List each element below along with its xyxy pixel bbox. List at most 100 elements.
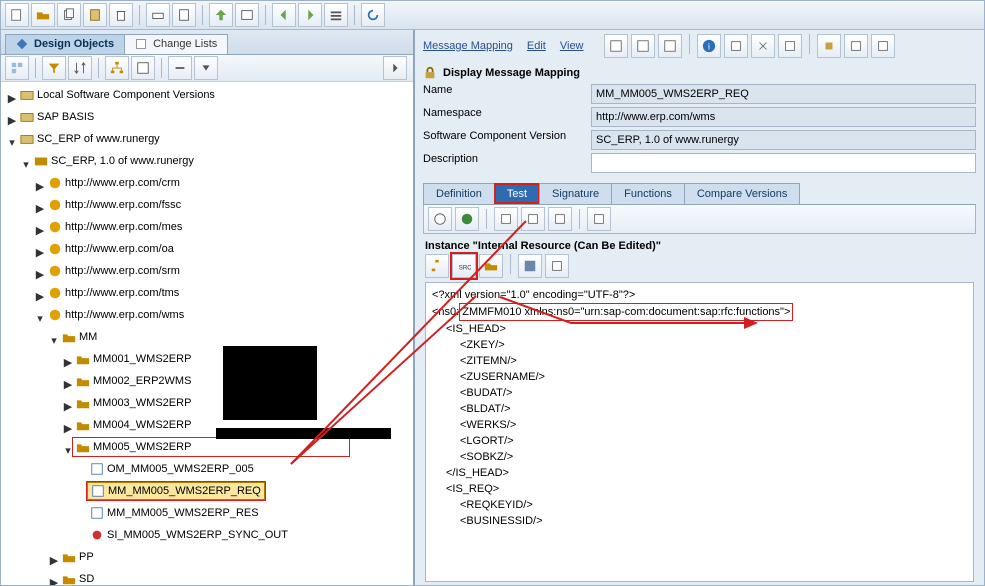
twisty-icon[interactable]: ▾ [7,134,17,152]
r-tb-5[interactable] [724,34,748,58]
xmltb-tree[interactable] [425,254,449,278]
tree-item-om[interactable]: OM_MM005_WMS2ERP_005 [87,460,257,478]
xmltb-del[interactable] [545,254,569,278]
twisty-icon[interactable]: ▾ [49,332,59,350]
twisty-icon[interactable]: ▾ [35,310,45,328]
tab-definition[interactable]: Definition [423,183,495,204]
tab-change-lists[interactable]: Change Lists [124,34,228,54]
r-tb-9[interactable] [844,34,868,58]
tree-folder-mm001[interactable]: MM001_WMS2ERP [73,350,194,368]
r-tb-3[interactable] [658,34,682,58]
tree-root-local[interactable]: Local Software Component Versions [17,86,218,104]
twisty-icon[interactable]: ▶ [63,376,73,394]
twisty-icon[interactable]: ▶ [7,112,17,130]
tree-item-mm-req[interactable]: MM_MM005_WMS2ERP_REQ [87,482,265,500]
tree-ns-fssc[interactable]: http://www.erp.com/fssc [45,196,184,214]
twisty-icon[interactable]: ▾ [21,156,31,174]
tb-btn-7[interactable] [172,3,196,27]
tree-folder-mm002[interactable]: MM002_ERP2WMS [73,372,194,390]
tree-item-si[interactable]: SI_MM005_WMS2ERP_SYNC_OUT [87,526,291,544]
refresh-button[interactable] [361,3,385,27]
r-tb-6[interactable] [751,34,775,58]
paste-button[interactable] [83,3,107,27]
xmltb-save[interactable] [518,254,542,278]
twisty-icon[interactable]: ▶ [35,288,45,306]
tree-root-sapbasis[interactable]: SAP BASIS [17,108,97,126]
r-tb-2[interactable] [631,34,655,58]
down-button[interactable] [194,56,218,80]
tab-compare[interactable]: Compare Versions [684,183,801,204]
copy-button[interactable] [57,3,81,27]
tree-folder-mm004[interactable]: MM004_WMS2ERP [73,416,194,434]
tb-btn-8[interactable] [209,3,233,27]
hierarchy-button[interactable] [105,56,129,80]
r-tb-7[interactable] [778,34,802,58]
tree-swcv[interactable]: SC_ERP, 1.0 of www.runergy [31,152,197,170]
menu-view[interactable]: View [560,40,584,52]
tree-folder-mm005[interactable]: MM005_WMS2ERP [73,438,349,456]
tree-ns-wms[interactable]: http://www.erp.com/wms [45,306,187,324]
twisty-icon[interactable]: ▶ [35,244,45,262]
tree-item-mm-res[interactable]: MM_MM005_WMS2ERP_RES [87,504,262,522]
tree-folder-sd[interactable]: SD [59,570,97,586]
tree-ns-mes[interactable]: http://www.erp.com/mes [45,218,185,236]
forward-button[interactable] [298,3,322,27]
filter-button[interactable] [42,56,66,80]
twisty-icon[interactable]: ▶ [35,178,45,196]
stb-6[interactable] [587,207,611,231]
twisty-icon[interactable]: ▾ [63,442,73,460]
list-button[interactable] [324,3,348,27]
r-tb-10[interactable] [871,34,895,58]
twisty-icon[interactable]: ▶ [35,266,45,284]
tree-label: Local Software Component Versions [37,86,215,104]
tab-test[interactable]: Test [494,183,540,204]
xml-line: <SOBKZ/> [460,451,513,463]
tree-ns-crm[interactable]: http://www.erp.com/crm [45,174,183,192]
tree-folder-pp[interactable]: PP [59,548,97,566]
twisty-icon[interactable]: ▶ [7,90,17,108]
tree-root-scerp[interactable]: SC_ERP of www.runergy [17,130,163,148]
xmltb-load[interactable] [479,254,503,278]
tree-folder-mm003[interactable]: MM003_WMS2ERP [73,394,194,412]
left-pane-toggle-button[interactable] [383,56,407,80]
r-tb-8[interactable] [817,34,841,58]
stb-4[interactable] [521,207,545,231]
object-tree[interactable]: ▶Local Software Component Versions ▶SAP … [1,82,413,586]
stb-5[interactable] [548,207,572,231]
twisty-icon[interactable]: ▶ [49,574,59,586]
r-tb-info[interactable]: i [697,34,721,58]
twisty-icon[interactable]: ▶ [63,398,73,416]
back-button[interactable] [272,3,296,27]
tab-signature[interactable]: Signature [539,183,612,204]
tab-design-objects[interactable]: Design Objects [5,34,125,54]
collapse-button[interactable] [168,56,192,80]
execute-button[interactable] [428,207,452,231]
twisty-icon[interactable]: ▶ [49,552,59,570]
expand-all-button[interactable] [5,56,29,80]
new-button[interactable] [5,3,29,27]
twisty-icon[interactable]: ▶ [35,222,45,240]
page-title: Display Message Mapping [443,67,580,79]
menu-edit[interactable]: Edit [527,40,546,52]
tree-ns-srm[interactable]: http://www.erp.com/srm [45,262,183,280]
description-field[interactable] [591,153,976,173]
tree-ns-oa[interactable]: http://www.erp.com/oa [45,240,177,258]
tb-btn-6[interactable] [146,3,170,27]
tree-ns-tms[interactable]: http://www.erp.com/tms [45,284,182,302]
xmltb-src[interactable]: SRC [452,254,476,278]
twisty-icon[interactable]: ▶ [35,200,45,218]
tree-folder-mm[interactable]: MM [59,328,100,346]
sort-button[interactable] [68,56,92,80]
open-button[interactable] [31,3,55,27]
twisty-icon[interactable]: ▶ [63,420,73,438]
tab-functions[interactable]: Functions [611,183,685,204]
view-mode-button[interactable] [131,56,155,80]
stb-3[interactable] [494,207,518,231]
run-button[interactable] [455,207,479,231]
r-tb-1[interactable] [604,34,628,58]
twisty-icon[interactable]: ▶ [63,354,73,372]
tb-btn-9[interactable] [235,3,259,27]
xml-source-area[interactable]: <?xml version="1.0" encoding="UTF-8"?> <… [425,282,974,582]
menu-message-mapping[interactable]: Message Mapping [423,40,513,52]
delete-button[interactable] [109,3,133,27]
